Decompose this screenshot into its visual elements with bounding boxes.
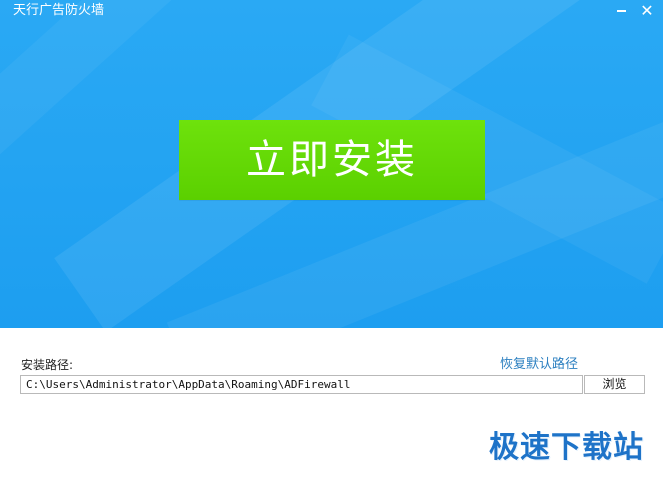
restore-default-path-link[interactable]: 恢复默认路径 — [500, 357, 578, 373]
window-title: 天行广告防火墙 — [13, 3, 105, 18]
header-banner: 天行广告防火墙 ✕ 立即安装 — [0, 0, 663, 328]
browse-button[interactable]: 浏览 — [584, 375, 645, 394]
site-watermark: 极速下载站 — [489, 430, 644, 465]
install-path-label: 安装路径: — [21, 358, 74, 372]
close-icon: ✕ — [640, 1, 654, 20]
close-button[interactable]: ✕ — [637, 0, 657, 22]
minimize-button[interactable] — [612, 0, 632, 22]
minimize-icon — [617, 10, 626, 12]
install-now-button[interactable]: 立即安装 — [179, 120, 485, 200]
install-path-input[interactable] — [20, 375, 583, 394]
installer-window: 天行广告防火墙 ✕ 立即安装 安装路径: 恢复默认路径 浏览 极速下载站 — [0, 0, 663, 480]
